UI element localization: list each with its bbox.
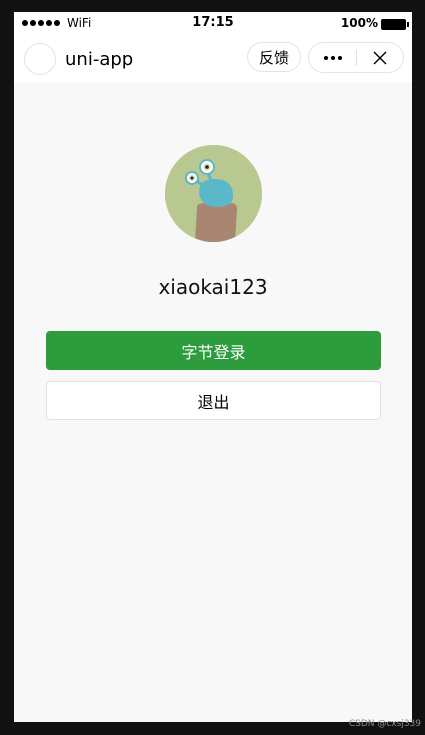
app-logo-icon [24,43,56,75]
more-options-icon[interactable] [309,43,357,72]
device-frame: WiFi 17:15 100% uni-app 反馈 xiaokai123 字节… [0,0,425,735]
battery-icon [381,19,409,30]
close-icon[interactable] [357,43,403,72]
navigation-bar: uni-app 反馈 [14,36,412,82]
battery-percentage: 100% [340,16,378,30]
phone-screen: WiFi 17:15 100% uni-app 反馈 xiaokai123 字节… [14,12,412,722]
username-label: xiaokai123 [158,275,268,299]
menu-capsule [308,42,404,73]
page-title: uni-app [65,49,134,70]
status-bar: WiFi 17:15 100% [14,12,412,36]
user-avatar [165,145,262,242]
logout-button[interactable]: 退出 [46,381,381,420]
watermark: CSDN @cxsj339 [348,719,421,729]
bytedance-login-button[interactable]: 字节登录 [46,331,381,370]
feedback-button[interactable]: 反馈 [247,42,301,72]
